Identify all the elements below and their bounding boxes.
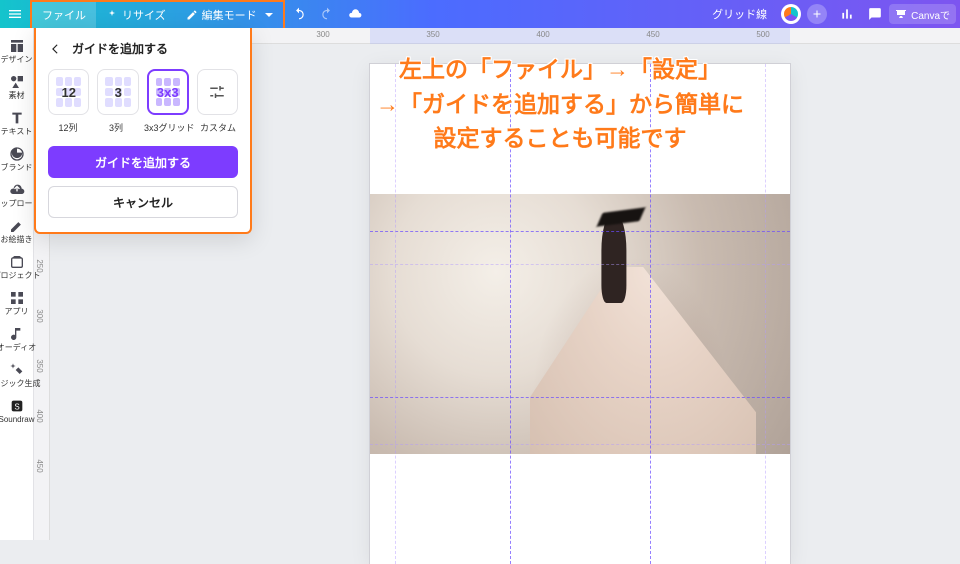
preset-value: 12 xyxy=(61,85,75,100)
add-guides-button[interactable]: ガイドを追加する xyxy=(48,146,238,178)
sidebar-item-draw[interactable]: お絵描き xyxy=(0,212,34,248)
sliders-icon xyxy=(208,83,226,101)
sidebar-item-audio[interactable]: オーディオ xyxy=(0,320,34,356)
sidebar-item-project[interactable]: プロジェクト xyxy=(0,248,34,284)
preset-3-cols[interactable]: 3 xyxy=(97,69,138,115)
sidebar-item-elements[interactable]: 素材 xyxy=(0,68,34,104)
undo-button[interactable] xyxy=(285,0,313,28)
ruler-tick: 400 xyxy=(35,409,44,422)
preset-12-cols[interactable]: 12 xyxy=(48,69,89,115)
ruler-tick: 500 xyxy=(756,30,769,39)
file-menu[interactable]: ファイル xyxy=(32,2,96,28)
sidebar-item-soundraw[interactable]: S Soundraw xyxy=(0,392,34,428)
sidebar-item-label: アプリ xyxy=(5,308,29,316)
magic-icon xyxy=(9,362,25,378)
preset-custom[interactable] xyxy=(197,69,238,115)
svg-text:S: S xyxy=(14,402,19,411)
cancel-button[interactable]: キャンセル xyxy=(48,186,238,218)
elements-icon xyxy=(9,74,25,90)
soundraw-icon: S xyxy=(9,398,25,414)
sidebar-item-apps[interactable]: アプリ xyxy=(0,284,34,320)
audio-icon xyxy=(9,326,25,342)
upload-icon xyxy=(9,182,25,198)
draw-icon xyxy=(9,218,25,234)
ruler-tick: 350 xyxy=(35,359,44,372)
ruler-tick: 350 xyxy=(426,30,439,39)
analytics-icon[interactable] xyxy=(833,0,861,28)
pencil-icon xyxy=(186,9,198,21)
redo-button[interactable] xyxy=(313,0,341,28)
resize-menu[interactable]: リサイズ xyxy=(96,2,176,28)
canva-cta-label: Canvaで xyxy=(911,7,950,22)
sidebar-item-label: テキスト xyxy=(1,128,33,136)
file-menu-label: ファイル xyxy=(42,7,86,23)
sidebar-item-label: Soundraw xyxy=(0,416,35,424)
annotation-line: 設定することも可能です xyxy=(300,121,820,156)
sidebar-item-label: オーディオ xyxy=(0,344,36,352)
ruler-tick: 450 xyxy=(646,30,659,39)
menu-icon[interactable] xyxy=(0,0,30,28)
edit-mode-label: 編集モード xyxy=(202,7,257,23)
cloud-sync-icon[interactable] xyxy=(341,0,369,28)
sidebar-item-upload[interactable]: アップロード xyxy=(0,176,34,212)
sidebar-item-label: デザイン xyxy=(1,56,33,64)
apps-icon xyxy=(9,290,25,306)
preset-label: 12列 xyxy=(48,121,88,134)
ruler-tick: 400 xyxy=(536,30,549,39)
sidebar-item-label: 素材 xyxy=(9,92,25,100)
present-icon xyxy=(895,8,907,20)
popup-title: ガイドを追加する xyxy=(72,40,168,57)
annotation-overlay: 左上の「ファイル」→「設定」 →「ガイドを追加する」から簡単に 設定することも可… xyxy=(300,52,820,156)
add-button[interactable] xyxy=(807,4,827,24)
comment-icon[interactable] xyxy=(861,0,889,28)
preset-3x3-grid[interactable]: 3x3 xyxy=(147,69,189,115)
sidebar-item-label: プロジェクト xyxy=(0,272,41,280)
avatar[interactable] xyxy=(781,4,801,24)
top-bar: ファイル リサイズ 編集モード グリッド線 Canvaで xyxy=(0,0,960,28)
sidebar-item-magic[interactable]: マジック生成 xyxy=(0,356,34,392)
preset-labels: 12列 3列 3x3グリッド カスタム xyxy=(48,121,238,134)
annotation-line: →「ガイドを追加する」から簡単に xyxy=(300,87,820,122)
template-icon xyxy=(9,38,25,54)
preset-value: 3 xyxy=(115,85,122,100)
sidebar-item-label: お絵描き xyxy=(1,236,33,244)
guide-preset-row: 12 3 3x3 xyxy=(48,69,238,115)
text-icon xyxy=(9,110,25,126)
sidebar-item-text[interactable]: テキスト xyxy=(0,104,34,140)
sidebar-item-label: マジック生成 xyxy=(0,380,41,388)
ruler-tick: 450 xyxy=(35,459,44,472)
resize-menu-label: リサイズ xyxy=(122,7,166,23)
sidebar-item-brand[interactable]: ブランド xyxy=(0,140,34,176)
sidebar-item-design[interactable]: デザイン xyxy=(0,32,34,68)
grid-lines-label[interactable]: グリッド線 xyxy=(712,6,767,22)
preset-label: カスタム xyxy=(198,121,238,134)
brand-icon xyxy=(9,146,25,162)
back-button[interactable] xyxy=(48,42,62,56)
preset-label: 3x3グリッド xyxy=(144,121,190,134)
preset-label: 3列 xyxy=(96,121,136,134)
ruler-tick: 300 xyxy=(316,30,329,39)
left-sidebar: デザイン 素材 テキスト ブランド アップロード お絵描き プロジェクト アプリ… xyxy=(0,28,34,540)
sparkle-icon xyxy=(106,9,118,21)
canva-cta-button[interactable]: Canvaで xyxy=(889,4,956,24)
preset-value: 3x3 xyxy=(157,85,179,100)
annotation-line: 左上の「ファイル」→「設定」 xyxy=(300,52,820,87)
file-menu-group: ファイル リサイズ 編集モード xyxy=(30,0,285,28)
ruler-tick: 300 xyxy=(35,309,44,322)
canvas-image[interactable] xyxy=(370,194,790,454)
edit-mode-menu[interactable]: 編集モード xyxy=(176,2,283,28)
add-guides-popup: ガイドを追加する 12 3 3x3 xyxy=(34,28,252,234)
project-icon xyxy=(9,254,25,270)
sidebar-item-label: ブランド xyxy=(1,164,33,172)
